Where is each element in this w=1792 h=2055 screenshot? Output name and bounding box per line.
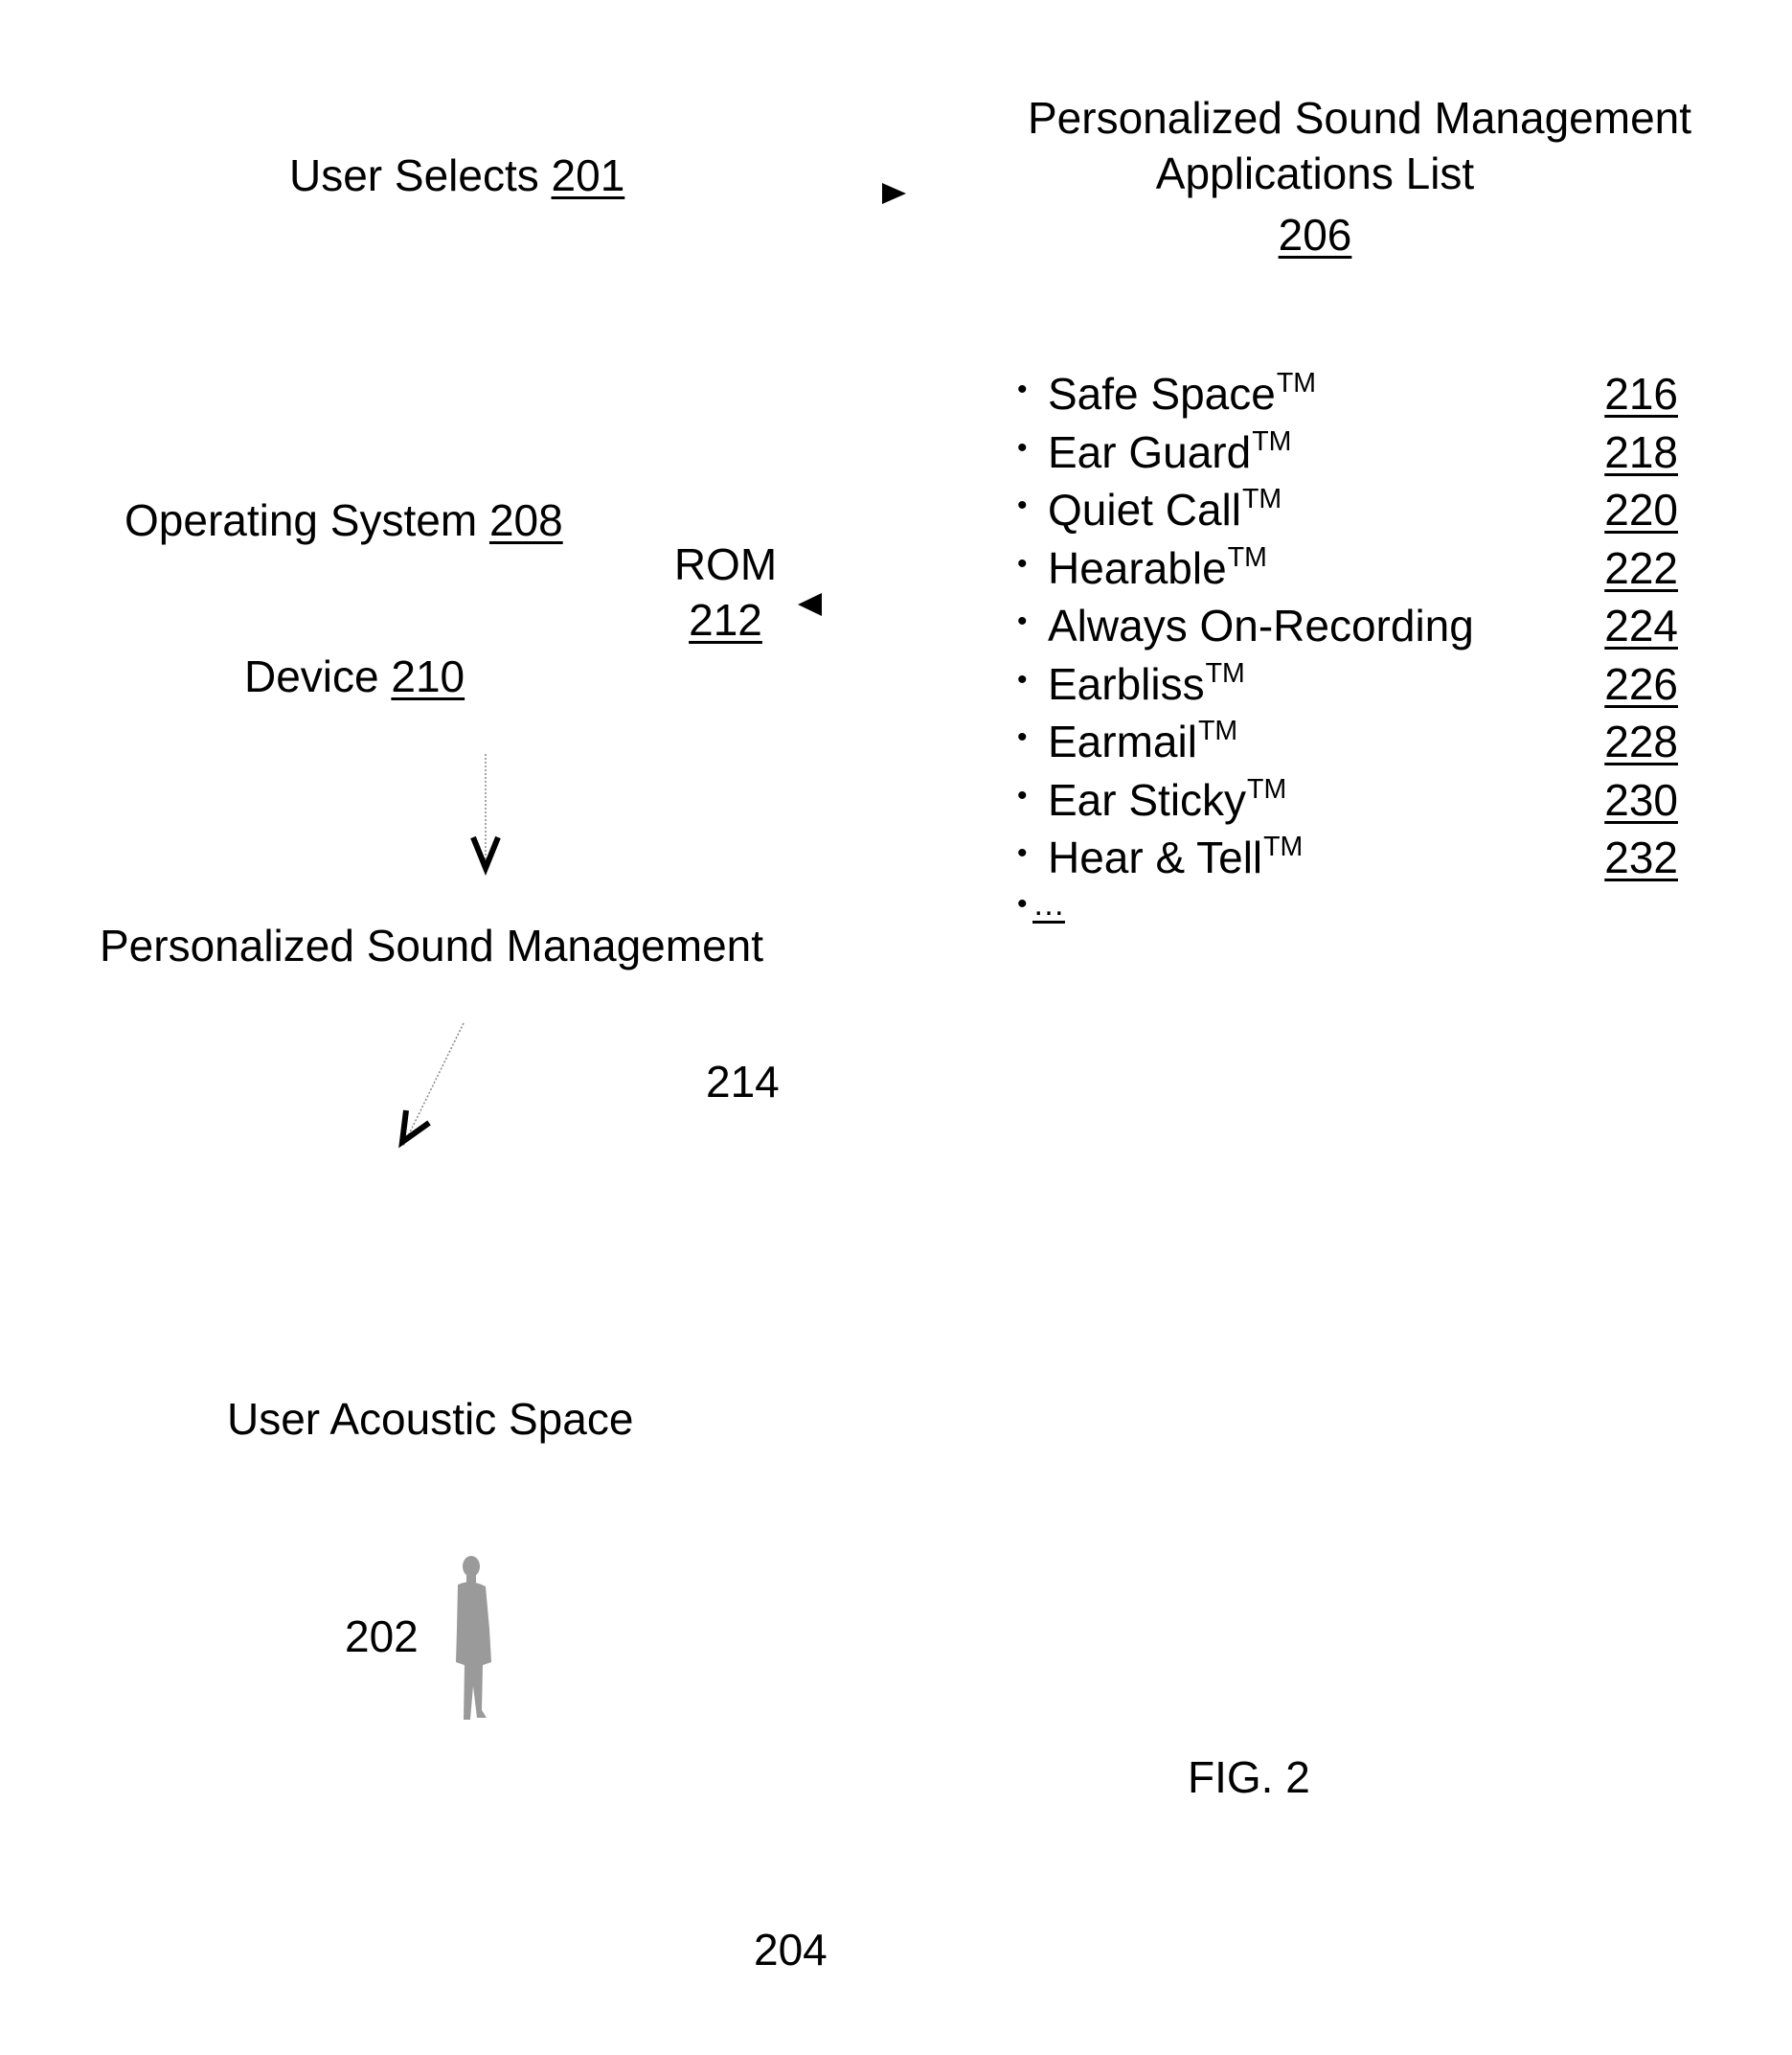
application-name: Hear & TellTM (1048, 832, 1303, 883)
operating-system-text: Operating System (125, 495, 489, 545)
bullet-icon: • (1017, 374, 1028, 405)
bullet-icon: • (1017, 779, 1028, 811)
trademark-mark: TM (1276, 368, 1317, 400)
application-name-text: Safe Space (1048, 369, 1276, 419)
application-name-text: Hear & Tell (1048, 833, 1263, 882)
application-ref: 222 (1604, 542, 1678, 593)
figure-label: FIG. 2 (1188, 1752, 1310, 1802)
application-name: HearableTM (1048, 542, 1267, 594)
application-name-text: Hearable (1048, 542, 1227, 593)
apps-list-title-line2: Applications List (1155, 148, 1475, 198)
list-item: • Always On-Recording 224 (1017, 594, 1678, 652)
application-ref: 228 (1604, 717, 1678, 766)
list-item: • EarmailTM 228 (1017, 710, 1678, 768)
application-name-text: Ear Sticky (1048, 774, 1247, 825)
bullet-icon: • (1017, 547, 1028, 580)
apps-list-title-line1: Personalized Sound Management (1028, 93, 1692, 143)
application-ref: 220 (1604, 485, 1678, 535)
psm-ref: 214 (706, 1057, 780, 1107)
bullet-icon: • (1017, 887, 1028, 920)
person-silhouette-icon (456, 1556, 491, 1720)
device-text: Device (244, 651, 392, 701)
trademark-mark: TM (1197, 716, 1238, 747)
trademark-mark: TM (1227, 541, 1267, 573)
application-name-text: Earbliss (1048, 658, 1205, 709)
list-item: • HearableTM 222 (1017, 537, 1678, 595)
application-ref: 218 (1604, 426, 1678, 477)
device-ref: 210 (391, 651, 465, 701)
rom-ref-wrap: 212 (651, 598, 800, 642)
list-item: • Hear & TellTM 232 (1017, 826, 1678, 884)
psm-to-space-line (402, 1022, 465, 1147)
device-label: Device 210 (244, 654, 465, 698)
bullet-icon: • (1017, 721, 1028, 753)
application-ref: 232 (1604, 833, 1678, 882)
list-item-more: •… (1017, 884, 1678, 943)
diagram-arrows (398, 183, 906, 1720)
chevron-down-arrow-icon (470, 835, 501, 876)
bullet-icon: • (1017, 605, 1028, 637)
bullet-icon: • (1017, 663, 1028, 696)
more-ellipsis: … (1032, 885, 1065, 923)
left-triangle-arrow-icon (798, 593, 822, 616)
apps-list-ref-number: 206 (1278, 210, 1352, 260)
application-name-text: Earmail (1048, 717, 1197, 766)
space-ref: 204 (754, 1925, 828, 1975)
application-name-text: Ear Guard (1048, 426, 1252, 477)
application-name: Safe SpaceTM (1048, 368, 1316, 420)
application-ref: 230 (1604, 774, 1678, 825)
trademark-mark: TM (1241, 484, 1282, 515)
list-item: • Ear StickyTM 230 (1017, 768, 1678, 827)
user-ref: 202 (345, 1611, 419, 1661)
operating-system-ref: 208 (488, 495, 563, 545)
application-name: Quiet CallTM (1048, 484, 1282, 536)
diagonal-arrow-icon (398, 1109, 431, 1149)
right-triangle-arrow-icon (882, 183, 906, 204)
application-ref: 226 (1604, 658, 1678, 709)
psm-label: Personalized Sound Management (100, 921, 764, 970)
trademark-mark: TM (1263, 832, 1304, 863)
application-name: Always On-Recording (1048, 600, 1474, 651)
application-name-text: Quiet Call (1048, 485, 1241, 535)
list-item: • EarblissTM 226 (1017, 652, 1678, 711)
application-name: Ear StickyTM (1048, 774, 1286, 826)
application-name: EarblissTM (1048, 658, 1245, 710)
application-ref: 216 (1604, 369, 1678, 419)
operating-system-label: Operating System 208 (125, 498, 563, 542)
bullet-icon: • (1017, 837, 1028, 869)
rom-ref: 212 (689, 595, 762, 645)
application-name: Ear GuardTM (1048, 426, 1291, 478)
bullet-icon: • (1017, 490, 1028, 521)
trademark-mark: TM (1205, 657, 1245, 689)
applications-list: • Safe SpaceTM 216 • Ear GuardTM 218 • Quiet Ca… (1017, 362, 1678, 942)
user-acoustic-space-label: User Acoustic Space (227, 1394, 634, 1444)
apps-list-ref: 206 (1028, 213, 1602, 257)
list-item: • Quiet CallTM 220 (1017, 478, 1678, 537)
application-ref: 224 (1604, 601, 1678, 651)
trademark-mark: TM (1252, 425, 1292, 457)
bullet-icon: • (1017, 431, 1028, 464)
list-item: • Ear GuardTM 218 (1017, 421, 1678, 479)
application-name-text: Always On-Recording (1048, 601, 1474, 651)
application-name: EarmailTM (1048, 716, 1237, 767)
list-item: • Safe SpaceTM 216 (1017, 362, 1678, 421)
rom-label: ROM (673, 539, 778, 589)
trademark-mark: TM (1247, 773, 1287, 805)
